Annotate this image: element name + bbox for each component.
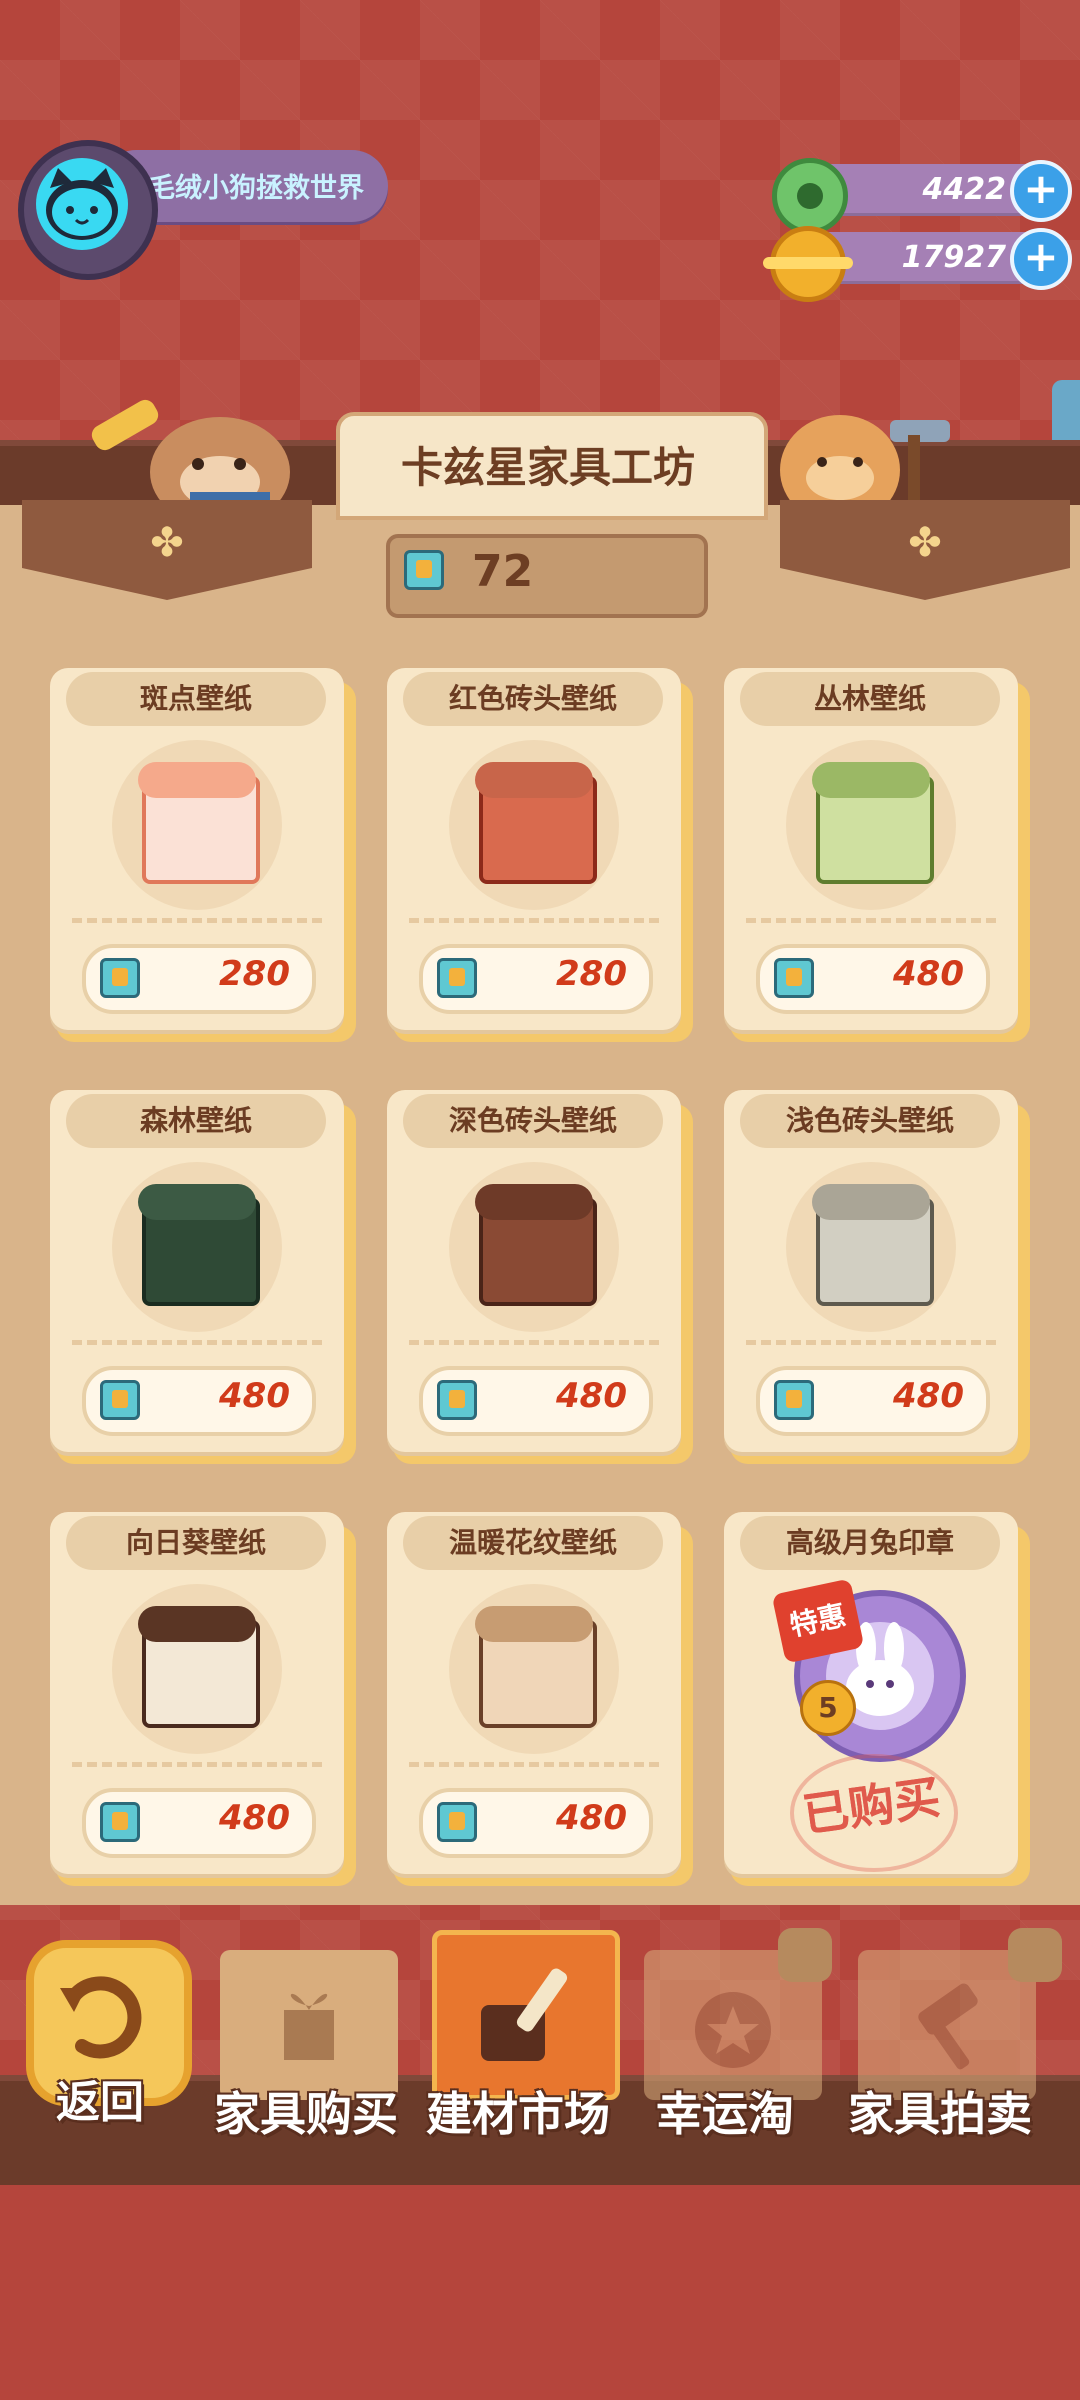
tab-lucky-draw-label[interactable]: 幸运淘 <box>656 2078 794 2144</box>
item-name: 温暖花纹壁纸 <box>448 1526 617 1559</box>
build-ticket-icon <box>437 1802 477 1842</box>
item-price: 280 <box>556 954 627 994</box>
cat-face-icon <box>46 168 118 240</box>
item-price: 480 <box>893 954 964 994</box>
wallpaper-roll-top <box>475 762 593 798</box>
wallpaper-roll-top <box>812 1184 930 1220</box>
card-divider <box>409 918 659 923</box>
green-donut-coin-icon <box>772 158 848 234</box>
item-name: 森林壁纸 <box>139 1104 252 1137</box>
item-name: 向日葵壁纸 <box>125 1526 266 1559</box>
card-divider <box>72 918 322 923</box>
level-badge: 5 <box>800 1680 856 1736</box>
build-ticket-icon <box>774 1380 814 1420</box>
player-name: 毛绒小狗拯救世界 <box>148 173 364 204</box>
card-divider <box>746 1340 996 1345</box>
gold-currency-value: 17927 <box>901 240 1006 275</box>
ticket-count: 72 <box>472 546 534 597</box>
mascot-left-illustration <box>80 372 300 527</box>
build-ticket-icon <box>774 958 814 998</box>
wallpaper-roll-top <box>812 762 930 798</box>
card-divider <box>72 1340 322 1345</box>
add-gold-currency-button[interactable]: + <box>1010 228 1072 290</box>
wallpaper-roll-top <box>138 1606 256 1642</box>
item-price: 480 <box>556 1376 627 1416</box>
item-price: 480 <box>893 1376 964 1416</box>
wallpaper-roll-top <box>475 1184 593 1220</box>
lock-icon <box>1008 1928 1062 1982</box>
wallpaper-roll-top <box>138 762 256 798</box>
back-arrow-icon <box>60 1976 142 2059</box>
tab-materials-market[interactable] <box>432 1930 620 2100</box>
card-divider <box>409 1340 659 1345</box>
card-divider <box>409 1762 659 1767</box>
gift-box-icon <box>284 1993 334 2060</box>
mascot-right-illustration <box>780 380 980 525</box>
item-name: 浅色砖头壁纸 <box>785 1104 954 1137</box>
build-ticket-icon <box>437 1380 477 1420</box>
gold-planet-coin-icon <box>763 226 853 302</box>
item-price: 480 <box>556 1798 627 1838</box>
tab-materials-market-label[interactable]: 建材市场 <box>426 2078 610 2144</box>
item-price: 280 <box>219 954 290 994</box>
lock-icon <box>778 1928 832 1982</box>
card-divider <box>746 918 996 923</box>
green-currency-value: 4422 <box>922 172 1007 207</box>
build-ticket-icon <box>100 958 140 998</box>
build-ticket-icon <box>404 550 444 590</box>
shop-title: 卡兹星家具工坊 <box>400 443 695 492</box>
item-name: 红色砖头壁纸 <box>448 682 617 715</box>
avatar[interactable] <box>36 158 128 250</box>
wallpaper-roll-top <box>475 1606 593 1642</box>
add-green-currency-button[interactable]: + <box>1010 160 1072 222</box>
item-price: 480 <box>219 1376 290 1416</box>
build-ticket-icon <box>100 1802 140 1842</box>
wallpaper-roll-top <box>138 1184 256 1220</box>
bottom-background <box>0 2185 1080 2400</box>
item-name: 高级月兔印章 <box>785 1526 954 1559</box>
item-name: 深色砖头壁纸 <box>448 1104 617 1137</box>
build-ticket-icon <box>437 958 477 998</box>
paint-bucket-brush-icon <box>481 1968 568 2061</box>
back-label[interactable]: 返回 <box>56 2066 144 2130</box>
build-ticket-icon <box>100 1380 140 1420</box>
item-name: 丛林壁纸 <box>813 682 926 715</box>
tab-furniture-buy-label[interactable]: 家具购买 <box>214 2078 398 2144</box>
item-price: 480 <box>219 1798 290 1838</box>
card-divider <box>72 1762 322 1767</box>
tab-furniture-auction-label[interactable]: 家具拍卖 <box>848 2078 1032 2144</box>
clover-icon: ✤ <box>908 520 942 566</box>
clover-icon: ✤ <box>150 520 184 566</box>
item-name: 斑点壁纸 <box>139 682 252 715</box>
